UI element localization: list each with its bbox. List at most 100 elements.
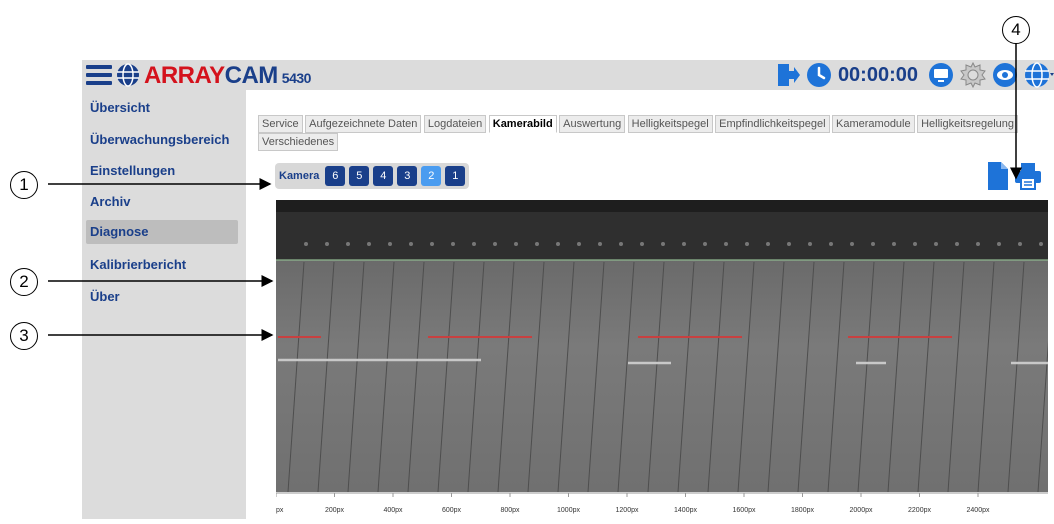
brand-logo: ARRAYCAM 5430 [144, 62, 311, 90]
document-icon[interactable] [988, 162, 1008, 190]
sensor-dot [955, 242, 959, 246]
tab-aufgezeichnete-daten[interactable]: Aufgezeichnete Daten [305, 115, 422, 133]
ruler-tick-label: 2400px [967, 507, 990, 514]
sensor-dot [766, 242, 770, 246]
tab-service[interactable]: Service [258, 115, 303, 133]
sidebar-item-diagnose[interactable]: Diagnose [86, 220, 238, 244]
header-toolbar: 00:00:00 [776, 60, 1054, 90]
print-icon[interactable] [1014, 162, 1042, 190]
sidebar-item-archiv[interactable]: Archiv [90, 194, 130, 209]
sidebar-item-kalibrierbericht[interactable]: Kalibrierbericht [90, 257, 186, 272]
camera-button-5[interactable]: 5 [349, 166, 370, 186]
callout-4: 4 [1002, 16, 1030, 44]
camera-button-2[interactable]: 2 [421, 166, 442, 186]
sensor-dot [472, 242, 476, 246]
sensor-dot [913, 242, 917, 246]
monitor-icon[interactable] [928, 62, 954, 88]
tab-empfindlichkeitspegel[interactable]: Empfindlichkeitspegel [715, 115, 830, 133]
brand-part2: CAM [224, 62, 279, 89]
sensor-dot [304, 242, 308, 246]
eye-icon[interactable] [992, 62, 1018, 88]
sidebar-item-ueberwachungsbereich[interactable]: Überwachungsbereich [90, 132, 229, 147]
sensor-dot [703, 242, 707, 246]
sensor-dot [892, 242, 896, 246]
sidebar-item-uebersicht[interactable]: Übersicht [90, 100, 150, 115]
settings-icon[interactable] [960, 62, 986, 88]
tab-logdateien[interactable]: Logdateien [423, 115, 487, 133]
ruler-tick-label: 200px [325, 507, 345, 514]
sensor-dot [850, 242, 854, 246]
camera-selector: Kamera 6 5 4 3 2 1 [275, 163, 470, 189]
sensor-dot [976, 242, 980, 246]
ruler-tick-label: 400px [383, 507, 403, 514]
sensor-dot [619, 242, 623, 246]
ruler-tick-label: 1000px [557, 507, 580, 514]
image-actions [988, 162, 1042, 190]
brand-part1: ARRAY [144, 62, 225, 89]
globe-logo-icon [117, 63, 139, 87]
sensor-dot [787, 242, 791, 246]
sensor-dot [430, 242, 434, 246]
camera-button-6[interactable]: 6 [325, 166, 346, 186]
tab-helligkeitspegel[interactable]: Helligkeitspegel [627, 115, 713, 133]
app-header: ARRAYCAM 5430 00:00:00 [82, 60, 1054, 90]
camera-button-4[interactable]: 4 [373, 166, 394, 186]
session-timer: 00:00:00 [837, 63, 918, 86]
callout-2: 2 [10, 268, 38, 296]
camera-image[interactable] [276, 200, 1048, 492]
ruler-tick-label: 2200px [908, 507, 931, 514]
language-globe-icon[interactable] [1024, 62, 1054, 88]
sensor-dot [451, 242, 455, 246]
model-number: 5430 [281, 70, 312, 86]
clock-icon [806, 63, 831, 87]
sensor-dot [346, 242, 350, 246]
sidebar: Übersicht Überwachungsbereich Einstellun… [82, 90, 246, 519]
sensor-dot [682, 242, 686, 246]
sensor-dot [997, 242, 1001, 246]
sidebar-item-einstellungen[interactable]: Einstellungen [90, 163, 175, 178]
tab-bar: Service Aufgezeichnete Daten Logdateien … [258, 114, 1048, 151]
ruler-tick-label: 600px [442, 507, 462, 514]
callout-3: 3 [10, 322, 38, 350]
camera-label: Kamera [279, 170, 320, 182]
sensor-dot [409, 242, 413, 246]
sensor-dot [640, 242, 644, 246]
callout-1: 1 [10, 171, 38, 199]
sensor-dot [745, 242, 749, 246]
sidebar-item-ueber[interactable]: Über [90, 289, 120, 304]
tab-verschiedenes[interactable]: Verschiedenes [258, 133, 339, 151]
sensor-dot [808, 242, 812, 246]
tab-kamerabild[interactable]: Kamerabild [488, 115, 557, 133]
ruler-tick-label: 1600px [733, 507, 756, 514]
tab-kameramodule[interactable]: Kameramodule [832, 115, 915, 133]
sensor-dot [871, 242, 875, 246]
sensor-dot [577, 242, 581, 246]
sensor-dot [325, 242, 329, 246]
sensor-dot [661, 242, 665, 246]
ruler-tick-label: 1800px [791, 507, 814, 514]
ruler-axis: px 200px 400px 600px 800px 1000px 1200px 1400px… [275, 492, 1048, 514]
ruler-tick-label: 1200px [616, 507, 639, 514]
pixel-ruler: px 200px 400px 600px 800px 1000px 1200px 1400px… [275, 492, 1048, 519]
ruler-tick-label: 2000px [850, 507, 873, 514]
sensor-dot [493, 242, 497, 246]
sensor-dot [388, 242, 392, 246]
ruler-tick-label: 1400px [674, 507, 697, 514]
ruler-tick-label: px [276, 507, 284, 514]
menu-icon[interactable] [86, 65, 112, 85]
camera-button-3[interactable]: 3 [397, 166, 418, 186]
sensor-dot [514, 242, 518, 246]
sensor-dot [598, 242, 602, 246]
sensor-dot [724, 242, 728, 246]
sensor-dot [556, 242, 560, 246]
tab-auswertung[interactable]: Auswertung [559, 115, 626, 133]
sensor-dot [535, 242, 539, 246]
ruler-tick-label: 800px [500, 507, 520, 514]
tab-helligkeitsregelung[interactable]: Helligkeitsregelung [917, 115, 1019, 133]
sensor-dot [367, 242, 371, 246]
camera-button-1[interactable]: 1 [445, 166, 466, 186]
sensor-dot [1039, 242, 1043, 246]
sensor-dot [829, 242, 833, 246]
sensor-dot [934, 242, 938, 246]
logout-icon[interactable] [776, 62, 800, 88]
